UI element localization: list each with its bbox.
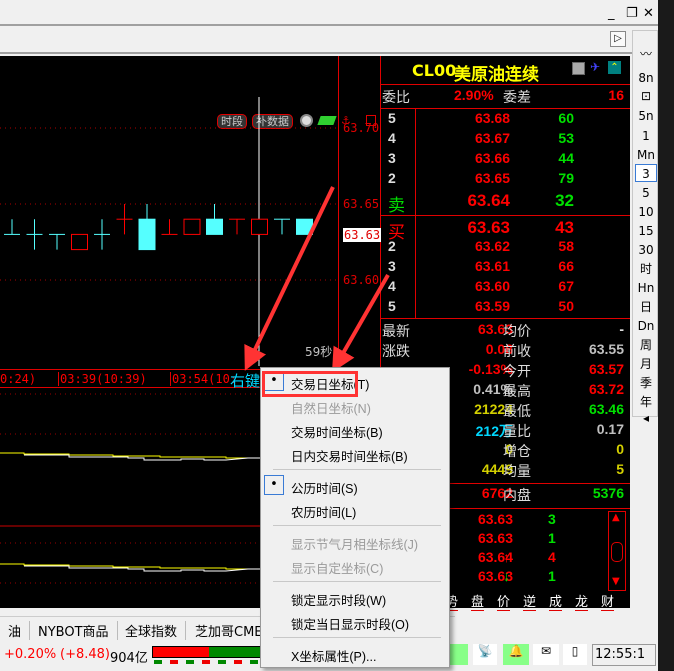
satellite-icon[interactable]: 📡 [473, 644, 497, 665]
menu-item[interactable]: 锁定当日显示时段(O) [291, 614, 409, 633]
arrow [332, 274, 390, 373]
index-change-points: (+8.48) [60, 647, 110, 662]
turnover: 904亿 [110, 651, 148, 666]
menu-item[interactable]: 公历时间(S) [291, 478, 358, 497]
menu-item: 自然日坐标(N) [291, 402, 371, 416]
menu-separator [273, 469, 441, 470]
x-axis-context-menu: 交易日坐标(T) • 自然日坐标(N) 交易时间坐标(B) 日内交易时间坐标(B) 公历时… [260, 367, 450, 668]
period-3[interactable]: 5n [635, 107, 657, 125]
period-13[interactable]: 日 [635, 298, 657, 316]
period-sidebar: 〰 8n ⊡ 5n 1 Mn 3 5 10 15 30 时 Hn 日 Dn 周月季年 ◂ [632, 30, 658, 425]
period-7[interactable]: 5 [635, 184, 657, 202]
period-6[interactable]: 3 [635, 164, 657, 182]
period-15[interactable]: 周 [635, 336, 657, 354]
clock: 12:55:1 [592, 644, 656, 666]
highlight-box [262, 371, 358, 397]
period-14[interactable]: Dn [635, 317, 657, 335]
computer-icon[interactable]: ▯ [563, 644, 587, 665]
period-5[interactable]: Mn [635, 146, 657, 164]
check-icon: • [264, 475, 284, 495]
menu-separator [273, 525, 441, 526]
period-17[interactable]: 季 [635, 374, 657, 392]
period-12[interactable]: Hn [635, 279, 657, 297]
period-9[interactable]: 15 [635, 222, 657, 240]
tool-icon[interactable] [450, 644, 468, 665]
period-10[interactable]: 30 [635, 241, 657, 259]
period-4[interactable]: 1 [635, 127, 657, 145]
menu-item[interactable]: 锁定显示时段(W) [291, 590, 386, 609]
menu-item: 显示节气月相坐标线(J) [291, 538, 419, 552]
period-0[interactable]: 〰 [635, 45, 657, 63]
menu-separator [273, 637, 441, 638]
menu-item[interactable]: 农历时间(L) [291, 502, 356, 521]
menu-item: 显示自定坐标(C) [291, 562, 384, 576]
menu-item[interactable]: 交易时间坐标(B) [291, 422, 383, 441]
period-8[interactable]: 10 [635, 203, 657, 221]
mail-icon[interactable]: ✉ [533, 644, 559, 665]
market-tab[interactable]: 油 [0, 621, 31, 640]
period-1[interactable]: 8n [635, 69, 657, 87]
period-11[interactable]: 时 [635, 260, 657, 278]
arrow [244, 186, 335, 371]
bell-icon[interactable]: 🔔 [503, 644, 529, 665]
menu-separator [273, 581, 441, 582]
index-change: +0.20% [4, 647, 57, 662]
menu-item[interactable]: 日内交易时间坐标(B) [291, 446, 408, 465]
menu-item[interactable]: X坐标属性(P)... [291, 646, 376, 665]
period-16[interactable]: 月 [635, 355, 657, 373]
market-tab[interactable]: NYBOT商品 [30, 621, 118, 640]
breadth-bar [152, 646, 262, 658]
period-19[interactable]: ◂ [635, 409, 657, 427]
market-tab[interactable]: 芝加哥CME [187, 621, 272, 640]
market-tab[interactable]: 全球指数 [117, 621, 187, 640]
period-2[interactable]: ⊡ [635, 87, 657, 105]
